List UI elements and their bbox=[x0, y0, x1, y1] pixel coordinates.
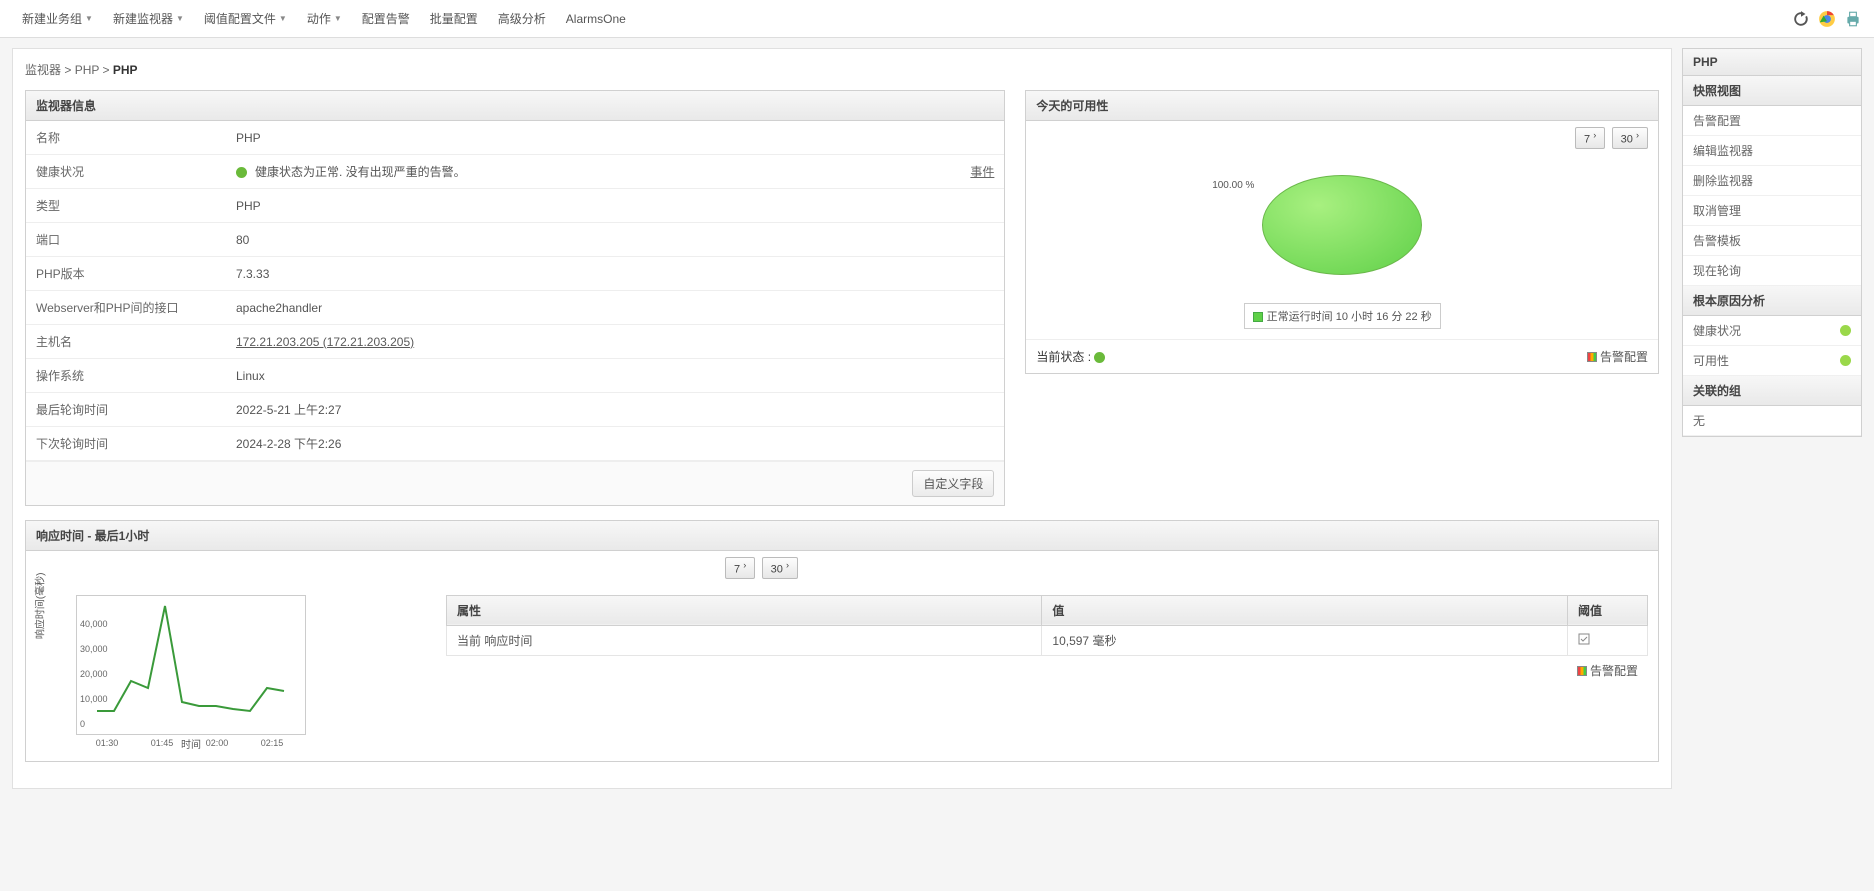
chart-ylabel: 响应时间(毫秒) bbox=[32, 572, 47, 639]
monitor-info-title: 监视器信息 bbox=[26, 91, 1004, 121]
nav-advanced[interactable]: 高级分析 bbox=[488, 6, 556, 31]
availability-title: 今天的可用性 bbox=[1026, 91, 1658, 121]
label-port: 端口 bbox=[26, 223, 226, 257]
range-7-button[interactable]: 7 › bbox=[1575, 127, 1605, 149]
value-name: PHP bbox=[226, 121, 1004, 155]
response-time-table: 属性 值 阈值 当前 响应时间 10,597 毫秒 bbox=[446, 595, 1648, 656]
label-iface: Webserver和PHP间的接口 bbox=[26, 291, 226, 325]
events-link[interactable]: 事件 bbox=[970, 163, 994, 180]
value-os: Linux bbox=[226, 359, 1004, 393]
current-status-dot bbox=[1094, 352, 1105, 363]
value-type: PHP bbox=[226, 189, 1004, 223]
rt-threshold-edit[interactable] bbox=[1568, 625, 1648, 655]
chevron-down-icon: ▼ bbox=[176, 14, 184, 23]
label-type: 类型 bbox=[26, 189, 226, 223]
top-nav: 新建业务组▼ 新建监视器▼ 阈值配置文件▼ 动作▼ 配置告警 批量配置 高级分析… bbox=[0, 0, 1874, 38]
chevron-down-icon: ▼ bbox=[279, 14, 287, 23]
sidebar-link-poll-now[interactable]: 现在轮询 bbox=[1683, 256, 1861, 286]
rt-value: 10,597 毫秒 bbox=[1042, 625, 1568, 655]
label-os: 操作系统 bbox=[26, 359, 226, 393]
monitor-info-panel: 监视器信息 名称PHP 健康状况 健康状态为正常. 没有出现严重的告警。 事件 … bbox=[25, 90, 1005, 506]
health-status-dot bbox=[236, 167, 247, 178]
rt-attr: 当前 响应时间 bbox=[447, 625, 1042, 655]
nav-alarmsone[interactable]: AlarmsOne bbox=[556, 8, 636, 30]
availability-dot-icon bbox=[1840, 355, 1851, 366]
related-none: 无 bbox=[1683, 406, 1861, 436]
response-time-title: 响应时间 - 最后1小时 bbox=[26, 521, 1658, 551]
sidebar-title: PHP bbox=[1683, 49, 1861, 76]
value-lastpoll: 2022-5-21 上午2:27 bbox=[226, 393, 1004, 427]
current-status-label: 当前状态 : bbox=[1036, 348, 1113, 365]
refresh-icon[interactable] bbox=[1792, 10, 1810, 28]
pie-legend: 正常运行时间 10 小时 16 分 22 秒 bbox=[1244, 303, 1441, 329]
col-attribute: 属性 bbox=[447, 595, 1042, 625]
right-sidebar: PHP 快照视图 告警配置 编辑监视器 删除监视器 取消管理 告警模板 现在轮询… bbox=[1682, 48, 1862, 789]
sidebar-link-alarm-template[interactable]: 告警模板 bbox=[1683, 226, 1861, 256]
chrome-icon[interactable] bbox=[1818, 10, 1836, 28]
rt-range-30-button[interactable]: 30 › bbox=[762, 557, 798, 579]
response-time-line-chart: 0 10,000 20,000 30,000 40,000 01:30 01:4… bbox=[76, 595, 306, 735]
snapshot-view-header: 快照视图 bbox=[1683, 76, 1861, 106]
range-30-button[interactable]: 30 › bbox=[1612, 127, 1648, 149]
nav-batch[interactable]: 批量配置 bbox=[420, 6, 488, 31]
nav-new-group[interactable]: 新建业务组▼ bbox=[12, 6, 103, 31]
label-lastpoll: 最后轮询时间 bbox=[26, 393, 226, 427]
nav-action[interactable]: 动作▼ bbox=[297, 6, 352, 31]
rt-alarm-config-link[interactable]: 告警配置 bbox=[1577, 664, 1638, 678]
col-threshold: 阈值 bbox=[1568, 595, 1648, 625]
chevron-down-icon: ▼ bbox=[334, 14, 342, 23]
health-dot-icon bbox=[1840, 325, 1851, 336]
col-value: 值 bbox=[1042, 595, 1568, 625]
rt-range-7-button[interactable]: 7 › bbox=[725, 557, 755, 579]
chevron-down-icon: ▼ bbox=[85, 14, 93, 23]
breadcrumb-monitors[interactable]: 监视器 bbox=[25, 63, 61, 77]
sidebar-link-edit-monitor[interactable]: 编辑监视器 bbox=[1683, 136, 1861, 166]
breadcrumb-php-group[interactable]: PHP bbox=[75, 63, 99, 77]
host-link[interactable]: 172.21.203.205 (172.21.203.205) bbox=[236, 335, 414, 349]
value-port: 80 bbox=[226, 223, 1004, 257]
label-name: 名称 bbox=[26, 121, 226, 155]
breadcrumb-current: PHP bbox=[113, 63, 138, 77]
value-iface: apache2handler bbox=[226, 291, 1004, 325]
root-cause-header: 根本原因分析 bbox=[1683, 286, 1861, 316]
pie-percent-label: 100.00 % bbox=[1212, 180, 1254, 191]
label-phpver: PHP版本 bbox=[26, 257, 226, 291]
response-time-panel: 响应时间 - 最后1小时 7 › 30 › 0 10,000 20,000 30… bbox=[25, 520, 1659, 762]
availability-panel: 今天的可用性 7 › 30 › 100.00 % 正常运行时间 10 小时 16… bbox=[1025, 90, 1659, 374]
alarm-config-link[interactable]: 告警配置 bbox=[1587, 348, 1648, 365]
nav-threshold[interactable]: 阈值配置文件▼ bbox=[194, 6, 297, 31]
value-health: 健康状态为正常. 没有出现严重的告警。 事件 bbox=[226, 155, 1004, 189]
label-nextpoll: 下次轮询时间 bbox=[26, 427, 226, 461]
root-health-row[interactable]: 健康状况 bbox=[1683, 316, 1861, 346]
print-icon[interactable] bbox=[1844, 10, 1862, 28]
value-nextpoll: 2024-2-28 下午2:26 bbox=[226, 427, 1004, 461]
nav-new-monitor[interactable]: 新建监视器▼ bbox=[103, 6, 194, 31]
sidebar-link-alarm-config[interactable]: 告警配置 bbox=[1683, 106, 1861, 136]
nav-config-alarm[interactable]: 配置告警 bbox=[352, 6, 420, 31]
related-groups-header: 关联的组 bbox=[1683, 376, 1861, 406]
label-health: 健康状况 bbox=[26, 155, 226, 189]
value-phpver: 7.3.33 bbox=[226, 257, 1004, 291]
custom-fields-button[interactable]: 自定义字段 bbox=[912, 470, 994, 497]
sidebar-link-unmanage[interactable]: 取消管理 bbox=[1683, 196, 1861, 226]
sidebar-link-delete-monitor[interactable]: 删除监视器 bbox=[1683, 166, 1861, 196]
breadcrumb: 监视器 > PHP > PHP bbox=[25, 61, 1659, 78]
root-availability-row[interactable]: 可用性 bbox=[1683, 346, 1861, 376]
label-host: 主机名 bbox=[26, 325, 226, 359]
availability-pie-chart: 100.00 % 正常运行时间 10 小时 16 分 22 秒 bbox=[1026, 155, 1658, 339]
